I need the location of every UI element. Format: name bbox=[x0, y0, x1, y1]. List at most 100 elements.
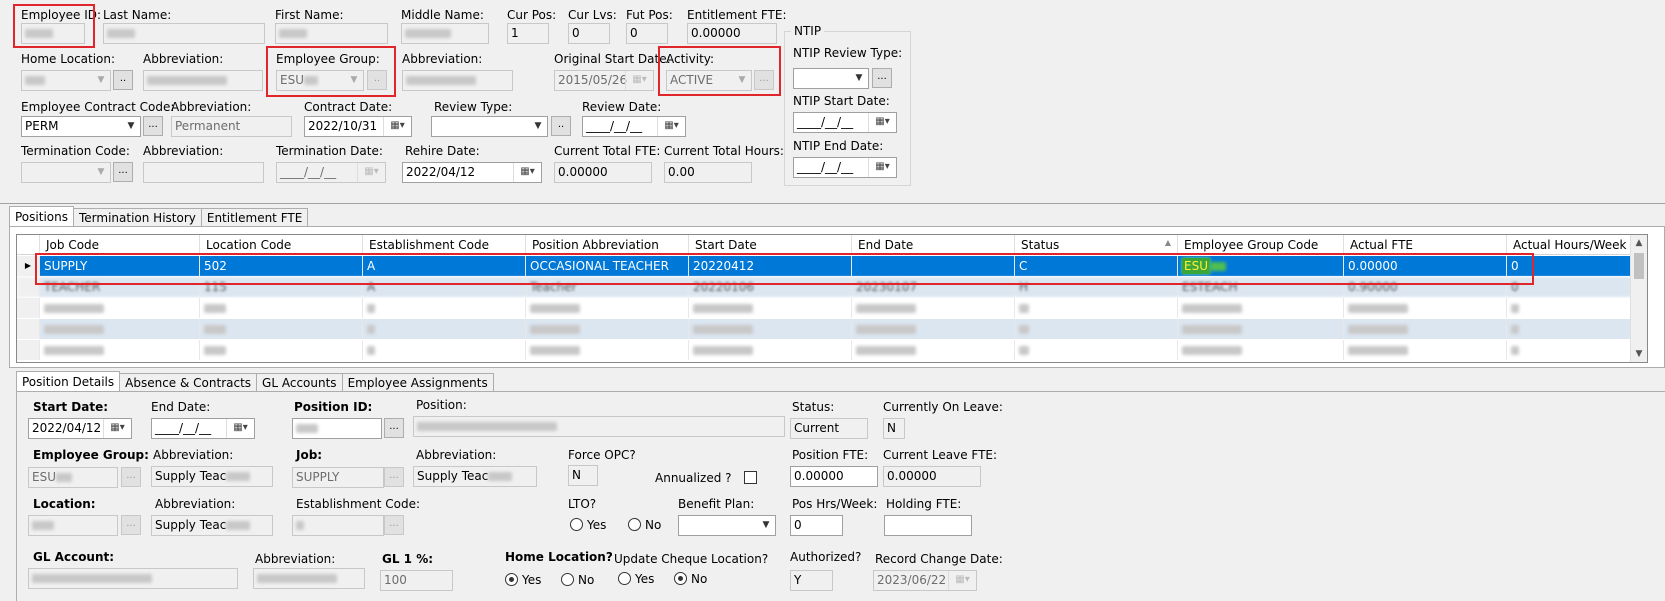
ntip-start-date-field[interactable]: ____/__/__ ▦▾ bbox=[793, 112, 897, 133]
cell-actual-hours[interactable]: 0 bbox=[1507, 277, 1632, 297]
cell-establishment-code[interactable]: A bbox=[363, 256, 526, 276]
position-id-lookup-button[interactable]: ... bbox=[384, 418, 404, 438]
cell-start-date[interactable]: 20220106 bbox=[689, 277, 852, 297]
calendar-icon[interactable]: ▦▾ bbox=[868, 113, 896, 132]
update-cheque-no-radio[interactable] bbox=[674, 572, 688, 585]
cell-blurred[interactable] bbox=[1507, 298, 1632, 318]
cell-job-code[interactable]: TEACHER bbox=[40, 277, 200, 297]
cell-blurred[interactable] bbox=[40, 340, 200, 360]
col-location-code[interactable]: Location Code bbox=[200, 235, 363, 255]
cell-blurred[interactable] bbox=[1507, 319, 1632, 339]
activity-lookup-button[interactable]: ... bbox=[754, 70, 774, 90]
pos-hrs-week-field[interactable]: 0 bbox=[790, 515, 843, 536]
holding-fte-field[interactable] bbox=[884, 515, 972, 536]
cell-blurred[interactable] bbox=[363, 340, 526, 360]
cell-blurred[interactable] bbox=[1344, 340, 1507, 360]
home-location-lookup-button[interactable]: .. bbox=[113, 70, 133, 90]
cell-establishment-code[interactable]: A bbox=[363, 277, 526, 297]
home-location-yes-radio[interactable] bbox=[505, 573, 518, 586]
table-row-selected[interactable]: ▶ SUPPLY 502 A OCCASIONAL TEACHER 202204… bbox=[17, 256, 1647, 276]
termination-code-lookup-button[interactable]: ... bbox=[113, 162, 133, 182]
employee-id-field[interactable] bbox=[21, 23, 85, 44]
scroll-up-icon[interactable]: ▲ bbox=[1631, 235, 1647, 251]
cell-blurred[interactable] bbox=[526, 319, 689, 339]
cell-blurred[interactable] bbox=[1507, 340, 1632, 360]
end-date-field[interactable]: ____/__/__ ▦▾ bbox=[151, 418, 255, 439]
col-actual-hours-week[interactable]: Actual Hours/Week bbox=[1507, 235, 1632, 255]
update-cheque-yes-radio[interactable] bbox=[618, 572, 631, 585]
col-status[interactable]: Status ▲ bbox=[1015, 235, 1178, 255]
position-id-field[interactable] bbox=[292, 418, 382, 439]
cell-blurred[interactable] bbox=[1015, 340, 1178, 360]
col-end-date[interactable]: End Date bbox=[852, 235, 1015, 255]
contract-code-lookup-button[interactable]: ... bbox=[143, 116, 163, 136]
cell-blurred[interactable] bbox=[689, 340, 852, 360]
table-row[interactable] bbox=[17, 319, 1647, 339]
position-fte-field[interactable]: 0.00000 bbox=[790, 466, 878, 487]
tab-absence-contracts[interactable]: Absence & Contracts bbox=[119, 373, 258, 391]
cell-blurred[interactable] bbox=[1015, 298, 1178, 318]
fut-pos-field[interactable]: 0 bbox=[626, 23, 668, 44]
cell-status[interactable]: H bbox=[1015, 277, 1178, 297]
cell-actual-fte[interactable]: 0.00000 bbox=[1344, 256, 1507, 276]
grid-vertical-scrollbar[interactable]: ▲ ▼ bbox=[1630, 235, 1647, 362]
job-lookup-button[interactable]: ... bbox=[384, 467, 404, 487]
cur-lvs-field[interactable]: 0 bbox=[568, 23, 610, 44]
cell-job-code[interactable]: SUPPLY bbox=[40, 256, 200, 276]
cell-position-abbreviation[interactable]: Teacher bbox=[526, 277, 689, 297]
scroll-down-icon[interactable]: ▼ bbox=[1631, 346, 1647, 362]
table-row[interactable] bbox=[17, 340, 1647, 360]
employee-group-lookup-button[interactable]: .. bbox=[367, 70, 387, 90]
contract-date-field[interactable]: 2022/10/31 ▦▾ bbox=[304, 116, 412, 137]
calendar-icon[interactable]: ▦▾ bbox=[103, 419, 131, 438]
cell-blurred[interactable] bbox=[852, 319, 1015, 339]
contract-code-combo[interactable]: PERM ▼ bbox=[21, 116, 141, 137]
cell-blurred[interactable] bbox=[852, 298, 1015, 318]
ntip-end-date-field[interactable]: ____/__/__ ▦▾ bbox=[793, 157, 897, 178]
tab-gl-accounts[interactable]: GL Accounts bbox=[256, 373, 343, 391]
col-employee-group-code[interactable]: Employee Group Code bbox=[1178, 235, 1344, 255]
start-date-field[interactable]: 2022/04/12 ▦▾ bbox=[28, 418, 132, 439]
cell-blurred[interactable] bbox=[1344, 298, 1507, 318]
cell-blurred[interactable] bbox=[1015, 319, 1178, 339]
first-name-field[interactable] bbox=[275, 23, 388, 44]
benefit-plan-combo[interactable]: ▼ bbox=[678, 515, 776, 536]
cell-employee-group-code[interactable]: ESU bbox=[1178, 256, 1344, 276]
lto-no-radio[interactable] bbox=[628, 518, 642, 531]
calendar-icon[interactable]: ▦▾ bbox=[868, 158, 896, 177]
col-start-date[interactable]: Start Date bbox=[689, 235, 852, 255]
cell-blurred[interactable] bbox=[1178, 340, 1344, 360]
cell-blurred[interactable] bbox=[363, 298, 526, 318]
entitlement-fte-field[interactable]: 0.00000 bbox=[687, 23, 777, 44]
cur-pos-field[interactable]: 1 bbox=[507, 23, 549, 44]
cell-blurred[interactable] bbox=[200, 319, 363, 339]
cell-blurred[interactable] bbox=[200, 298, 363, 318]
cell-blurred[interactable] bbox=[1178, 298, 1344, 318]
scroll-thumb[interactable] bbox=[1634, 253, 1644, 279]
tab-entitlement-fte[interactable]: Entitlement FTE bbox=[200, 208, 309, 226]
middle-name-field[interactable] bbox=[401, 23, 489, 44]
table-row[interactable] bbox=[17, 298, 1647, 318]
cell-start-date[interactable]: 20220412 bbox=[689, 256, 852, 276]
cell-end-date[interactable] bbox=[852, 256, 1015, 276]
termination-code-combo[interactable]: ▼ bbox=[21, 162, 111, 183]
col-position-abbreviation[interactable]: Position Abbreviation bbox=[526, 235, 689, 255]
activity-combo[interactable]: ACTIVE ▼ bbox=[666, 70, 752, 91]
cell-position-abbreviation[interactable]: OCCASIONAL TEACHER bbox=[526, 256, 689, 276]
tab-employee-assignments[interactable]: Employee Assignments bbox=[341, 373, 494, 391]
cell-blurred[interactable] bbox=[40, 298, 200, 318]
ntip-review-type-combo[interactable]: ▼ bbox=[793, 68, 869, 89]
cell-blurred[interactable] bbox=[40, 319, 200, 339]
cell-location-code[interactable]: 502 bbox=[200, 256, 363, 276]
cell-actual-hours[interactable]: 0 bbox=[1507, 256, 1632, 276]
review-type-lookup-button[interactable]: .. bbox=[551, 116, 571, 136]
review-date-field[interactable]: ____/__/__ ▦▾ bbox=[582, 116, 686, 137]
cell-blurred[interactable] bbox=[852, 340, 1015, 360]
termination-date-field[interactable]: ____/__/__ ▦▾ bbox=[276, 162, 386, 183]
col-actual-fte[interactable]: Actual FTE bbox=[1344, 235, 1507, 255]
cell-location-code[interactable]: 115 bbox=[200, 277, 363, 297]
employee-group-detail-lookup-button[interactable]: ... bbox=[121, 467, 141, 487]
tab-positions[interactable]: Positions bbox=[9, 206, 74, 226]
lto-yes-radio[interactable] bbox=[570, 518, 583, 531]
cell-blurred[interactable] bbox=[689, 319, 852, 339]
